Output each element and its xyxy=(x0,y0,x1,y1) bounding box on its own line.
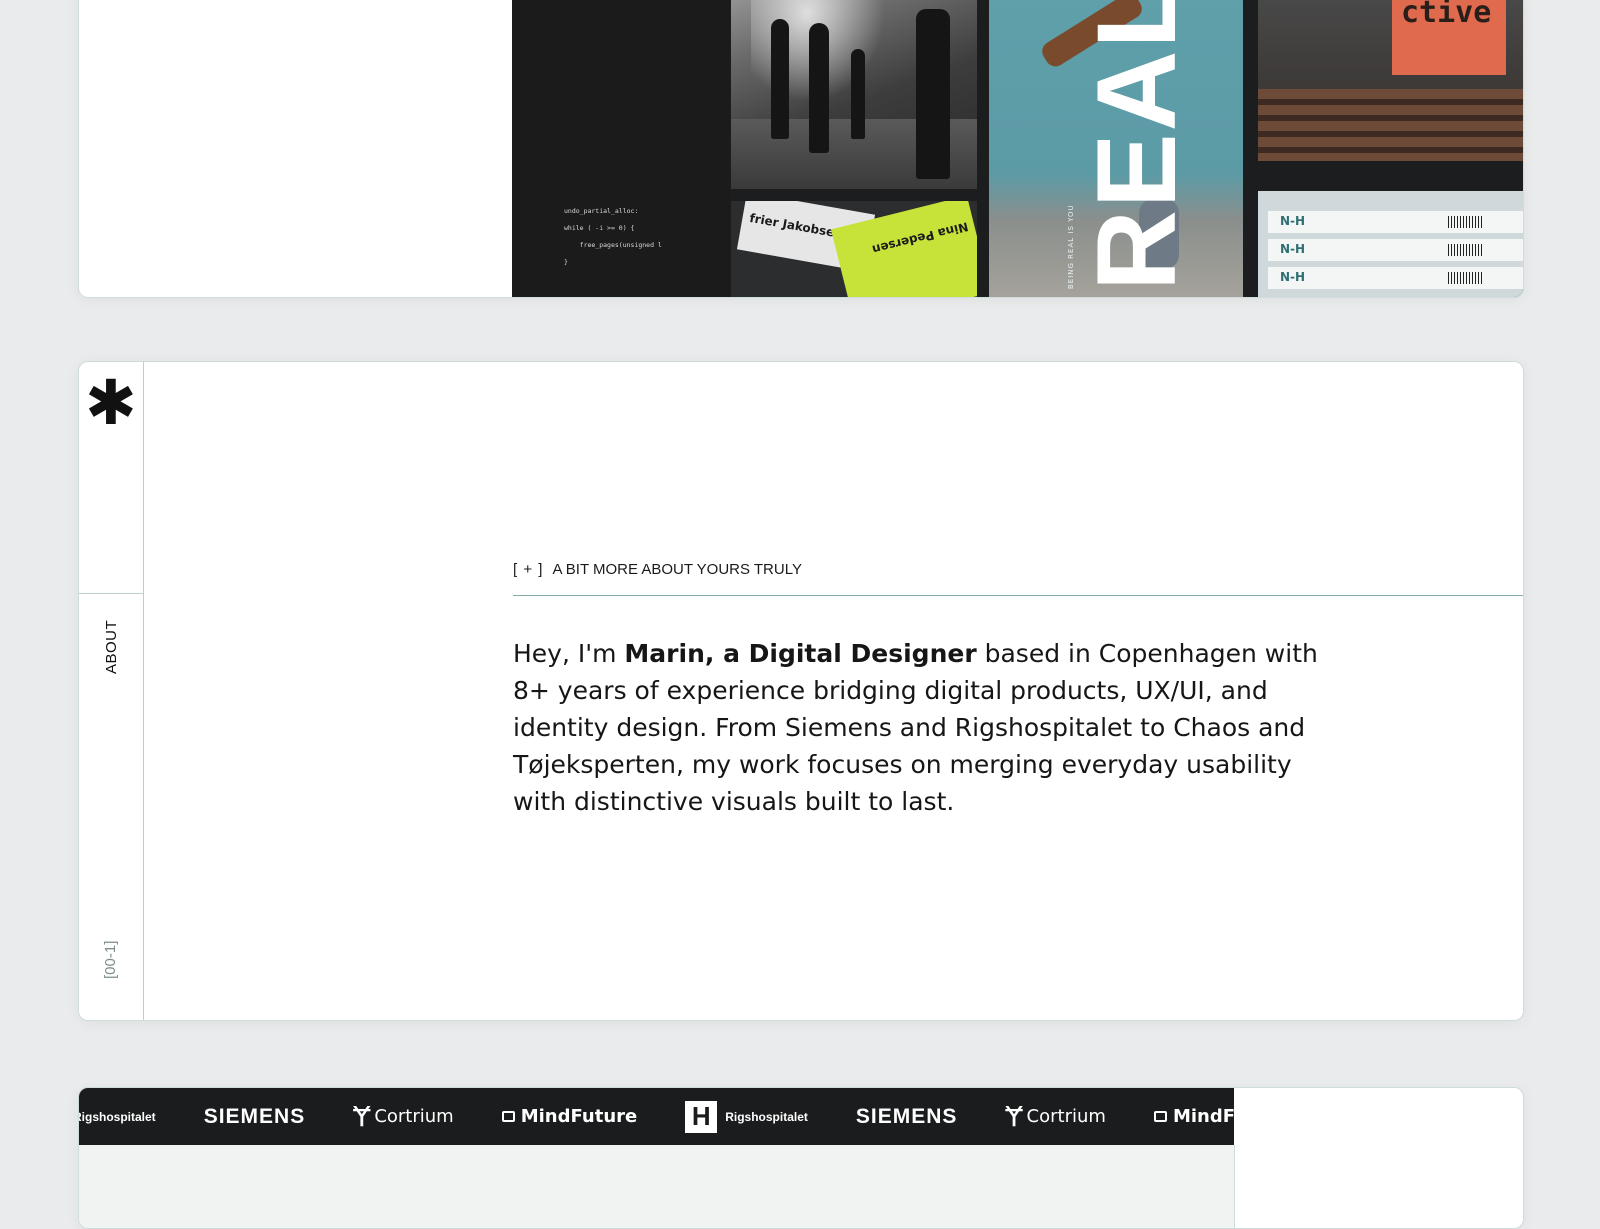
region-h-icon: H xyxy=(685,1100,718,1133)
section-index: [00-1] xyxy=(102,940,119,979)
about-heading: [ + ] A BIT MORE ABOUT YOURS TRULY xyxy=(513,561,802,578)
poster-word: REAL xyxy=(1074,0,1199,291)
logo-cortrium: Ɏ Cortrium xyxy=(1005,1099,1106,1133)
plus-bracket-icon: [ + ] xyxy=(513,561,544,578)
about-heading-text: A BIT MORE ABOUT YOURS TRULY xyxy=(552,561,802,578)
heading-divider xyxy=(513,595,1523,596)
business-cards-tile: frier Jakobsen Nina Pedersen xyxy=(731,201,977,297)
logo-rigshospitalet: Rigshospitalet xyxy=(79,1109,156,1124)
exhibition-poster-tile: ctive xyxy=(1258,0,1523,161)
designer-name: Marin, a Digital Designer xyxy=(624,639,977,668)
poster-word-2: ctive xyxy=(1401,0,1492,30)
tickets-tile: N-H N-H N-H xyxy=(1258,191,1523,297)
section-sidebar: ✱ ABOUT [00-1] xyxy=(79,362,144,1020)
clients-panel xyxy=(79,1145,1235,1228)
section-label: ABOUT xyxy=(103,619,120,674)
about-section: ✱ ABOUT [00-1] [ + ] A BIT MORE ABOUT YOU… xyxy=(78,361,1524,1021)
poster-tagline: BEING REAL IS YOU xyxy=(1067,204,1075,289)
logo-mindfuture: MindFuture xyxy=(501,1106,637,1127)
about-paragraph: Hey, I'm Marin, a Digital Designer based… xyxy=(513,639,1318,816)
client-logo-marquee: Rigshospitalet SIEMENS Ɏ Cortrium MindFut… xyxy=(79,1088,1234,1145)
mindfuture-icon xyxy=(1153,1111,1167,1122)
cortrium-icon: Ɏ xyxy=(353,1099,371,1133)
asterisk-icon: ✱ xyxy=(85,366,137,439)
logo-siemens: SIEMENS xyxy=(203,1104,306,1128)
project-collage[interactable]: undo_partial_alloc: while ( -i >= 0) { f… xyxy=(512,0,1523,297)
code-snippet: undo_partial_alloc: while ( -i >= 0) { f… xyxy=(564,207,662,266)
cortrium-icon: Ɏ xyxy=(1005,1099,1023,1133)
real-poster-tile: REAL BEING REAL IS YOU xyxy=(989,0,1243,297)
logo-siemens: SIEMENS xyxy=(855,1104,958,1128)
mindfuture-icon xyxy=(501,1111,515,1122)
concert-photo-tile xyxy=(731,0,977,189)
logo-mindfuture: MindFuture xyxy=(1153,1106,1234,1127)
sidebar-divider xyxy=(79,593,143,594)
logo-rigshospitalet: H Rigshospitalet xyxy=(685,1100,808,1133)
work-preview-card[interactable]: undo_partial_alloc: while ( -i >= 0) { f… xyxy=(78,0,1524,298)
code-snippet-tile: undo_partial_alloc: while ( -i >= 0) { f… xyxy=(512,0,730,297)
logo-cortrium: Ɏ Cortrium xyxy=(353,1099,454,1133)
clients-card: Rigshospitalet SIEMENS Ɏ Cortrium MindFut… xyxy=(78,1087,1524,1229)
